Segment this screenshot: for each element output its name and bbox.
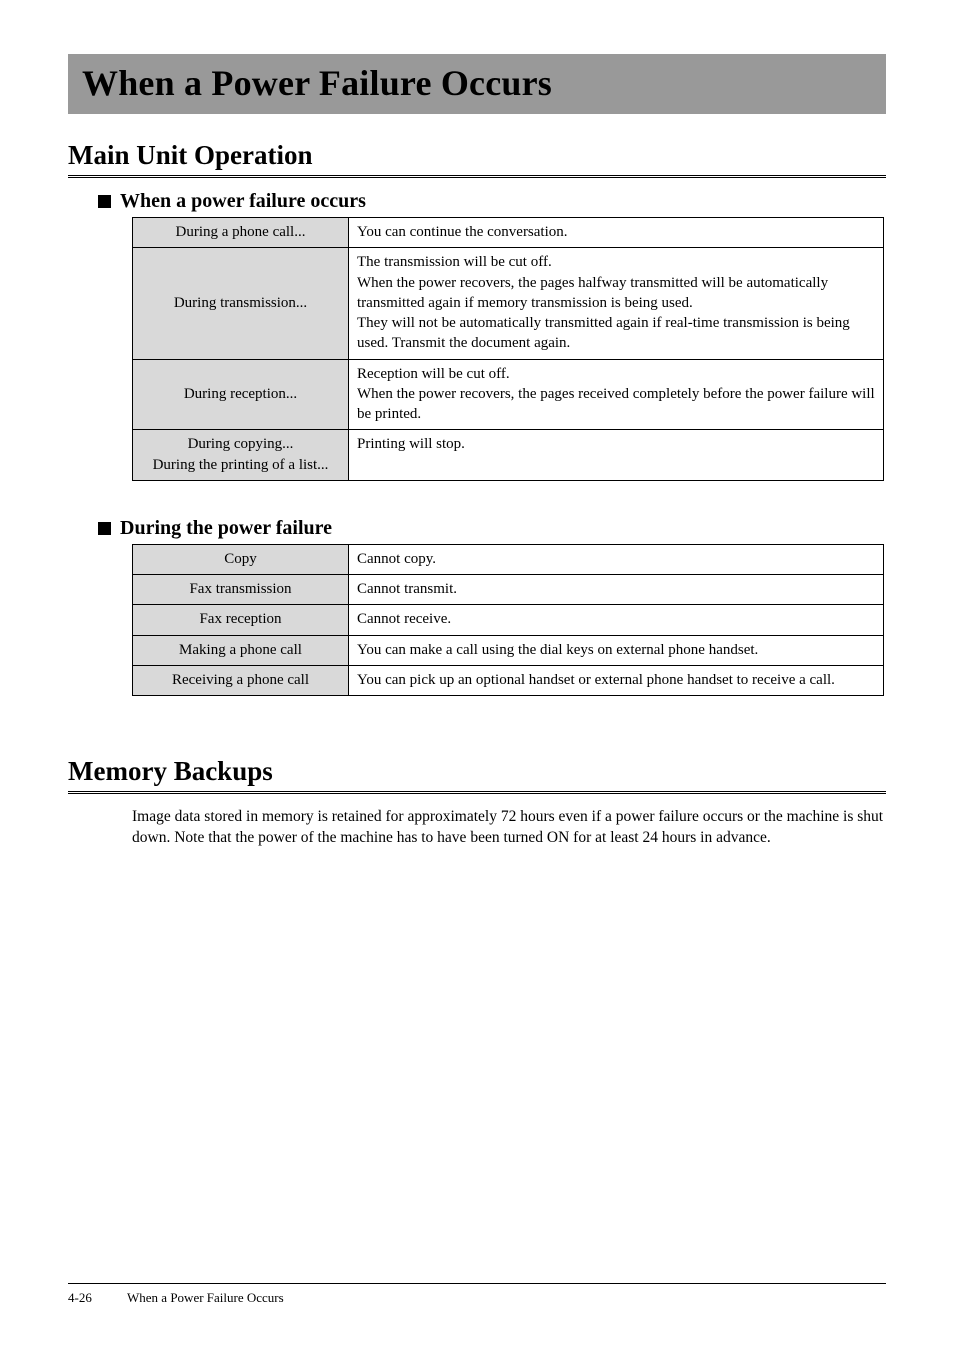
footer-page-number: 4-26: [68, 1290, 124, 1306]
table-row: Receiving a phone call You can pick up a…: [133, 665, 884, 695]
memory-backups-paragraph: Image data stored in memory is retained …: [132, 806, 884, 849]
table-cell-left: During a phone call...: [133, 218, 349, 248]
table-row: Copy Cannot copy.: [133, 544, 884, 574]
table-cell-right: The transmission will be cut off.When th…: [349, 248, 884, 359]
table-row: During a phone call... You can continue …: [133, 218, 884, 248]
table-row: During reception... Reception will be cu…: [133, 359, 884, 430]
table-cell-left: Copy: [133, 544, 349, 574]
subsection-heading: When a power failure occurs: [120, 190, 366, 213]
table-cell-right: You can pick up an optional handset or e…: [349, 665, 884, 695]
table-row: Fax reception Cannot receive.: [133, 605, 884, 635]
page-title-bar: When a Power Failure Occurs: [68, 54, 886, 114]
table-cell-right: Cannot transmit.: [349, 575, 884, 605]
section-memory-backups: Memory Backups: [68, 756, 886, 794]
table-when-power-failure: During a phone call... You can continue …: [132, 217, 884, 481]
table-cell-right: Cannot copy.: [349, 544, 884, 574]
table-row: Fax transmission Cannot transmit.: [133, 575, 884, 605]
table-row: During transmission... The transmission …: [133, 248, 884, 359]
subsection-heading: During the power failure: [120, 517, 332, 540]
subsection-when-power-failure: When a power failure occurs: [98, 190, 886, 213]
table-cell-left: Fax transmission: [133, 575, 349, 605]
table-row: Making a phone call You can make a call …: [133, 635, 884, 665]
table-cell-left: During reception...: [133, 359, 349, 430]
page-title: When a Power Failure Occurs: [82, 62, 872, 104]
square-bullet-icon: [98, 522, 111, 535]
table-row: During copying...During the printing of …: [133, 430, 884, 481]
table-cell-left: Making a phone call: [133, 635, 349, 665]
table-cell-right: Cannot receive.: [349, 605, 884, 635]
table-cell-right: Printing will stop.: [349, 430, 884, 481]
table-cell-left: Fax reception: [133, 605, 349, 635]
table-cell-left: During copying...During the printing of …: [133, 430, 349, 481]
table-during-power-failure: Copy Cannot copy. Fax transmission Canno…: [132, 544, 884, 696]
table-cell-right: Reception will be cut off.When the power…: [349, 359, 884, 430]
table-cell-left: During transmission...: [133, 248, 349, 359]
section-main-unit-operation: Main Unit Operation: [68, 140, 886, 178]
subsection-during-power-failure: During the power failure: [98, 517, 886, 540]
square-bullet-icon: [98, 195, 111, 208]
table-cell-right: You can continue the conversation.: [349, 218, 884, 248]
table-cell-left: Receiving a phone call: [133, 665, 349, 695]
table-cell-right: You can make a call using the dial keys …: [349, 635, 884, 665]
footer-title: When a Power Failure Occurs: [127, 1290, 284, 1305]
page-footer: 4-26 When a Power Failure Occurs: [68, 1283, 886, 1306]
